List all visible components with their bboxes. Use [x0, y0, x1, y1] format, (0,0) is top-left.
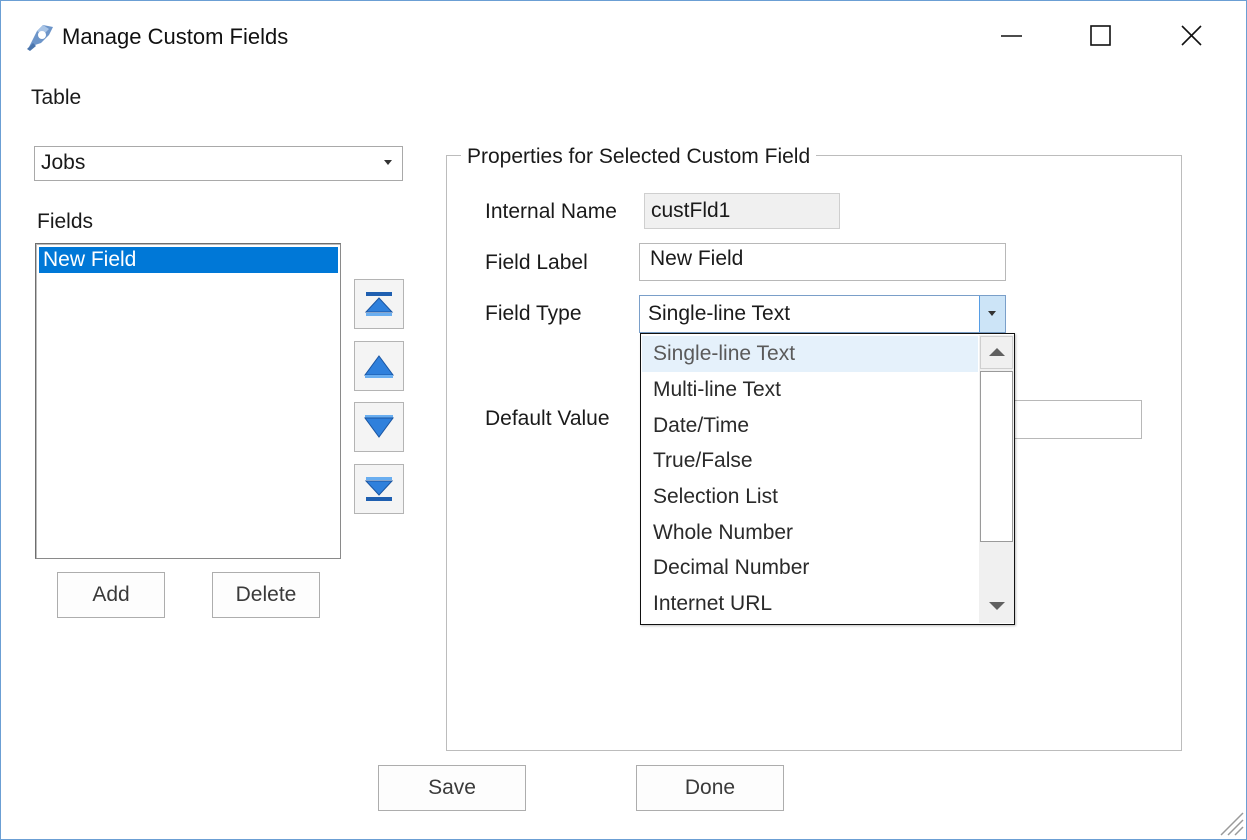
fields-label: Fields	[37, 210, 94, 233]
table-label: Table	[31, 86, 82, 109]
internal-name-label: Internal Name	[485, 200, 617, 223]
properties-group-title: Properties for Selected Custom Field	[461, 144, 817, 170]
dropdown-option-multi-line-text[interactable]: Multi-line Text	[642, 372, 978, 408]
default-value-input[interactable]	[1013, 400, 1142, 439]
field-label-input[interactable]: New Field	[639, 243, 1006, 281]
field-type-select[interactable]: Single-line Text	[639, 295, 1006, 333]
field-type-label: Field Type	[485, 302, 582, 325]
field-type-select-value: Single-line Text	[648, 302, 791, 325]
maximize-icon	[1090, 25, 1111, 46]
title-bar: Manage Custom Fields	[1, 1, 1246, 71]
save-button[interactable]: Save	[378, 765, 526, 811]
fields-list[interactable]: New Field	[35, 243, 341, 559]
default-value-label: Default Value	[485, 407, 610, 430]
minimize-icon	[1001, 35, 1022, 37]
close-button[interactable]	[1166, 15, 1216, 59]
field-type-dropdown-button[interactable]	[979, 296, 1005, 332]
field-type-dropdown-list[interactable]: Single-line Text Multi-line Text Date/Ti…	[640, 333, 1015, 625]
scroll-up-button[interactable]	[980, 336, 1013, 369]
close-icon	[1181, 25, 1202, 46]
scroll-down-icon	[989, 602, 1005, 610]
move-to-top-icon	[364, 292, 394, 316]
move-down-button[interactable]	[354, 402, 404, 452]
move-to-bottom-icon	[364, 477, 394, 501]
move-up-icon	[364, 355, 394, 378]
minimize-button[interactable]	[986, 15, 1036, 59]
app-gear-icon	[23, 21, 57, 53]
field-label-label: Field Label	[485, 251, 588, 274]
delete-field-button[interactable]: Delete	[212, 572, 320, 618]
scroll-up-icon	[989, 348, 1005, 356]
table-select-dropdown-button[interactable]	[377, 147, 402, 180]
dropdown-option-selection-list[interactable]: Selection List	[642, 479, 978, 515]
dropdown-option-single-line-text[interactable]: Single-line Text	[642, 336, 978, 372]
chevron-down-icon	[384, 160, 392, 165]
manage-custom-fields-window: Manage Custom Fields Table Jobs Fields N…	[0, 0, 1247, 840]
move-to-bottom-button[interactable]	[354, 464, 404, 514]
add-field-button[interactable]: Add	[57, 572, 165, 618]
table-select-value: Jobs	[41, 151, 86, 174]
move-down-icon	[364, 415, 394, 438]
dropdown-scrollbar[interactable]	[979, 335, 1014, 623]
dropdown-option-whole-number[interactable]: Whole Number	[642, 515, 978, 551]
dropdown-option-date-time[interactable]: Date/Time	[642, 408, 978, 444]
scroll-down-button[interactable]	[980, 589, 1013, 622]
table-select[interactable]: Jobs	[34, 146, 403, 181]
internal-name-field: custFld1	[644, 193, 840, 229]
dropdown-option-decimal-number[interactable]: Decimal Number	[642, 550, 978, 586]
dropdown-option-internet-url[interactable]: Internet URL	[642, 586, 978, 622]
done-button[interactable]: Done	[636, 765, 784, 811]
window-title: Manage Custom Fields	[62, 24, 289, 49]
dropdown-option-true-false[interactable]: True/False	[642, 443, 978, 479]
move-to-top-button[interactable]	[354, 279, 404, 329]
chevron-down-icon	[988, 311, 996, 316]
list-item[interactable]: New Field	[39, 247, 338, 273]
maximize-button[interactable]	[1076, 15, 1126, 59]
resize-grip-icon[interactable]	[1215, 807, 1245, 837]
move-up-button[interactable]	[354, 341, 404, 391]
scrollbar-thumb[interactable]	[980, 371, 1013, 542]
